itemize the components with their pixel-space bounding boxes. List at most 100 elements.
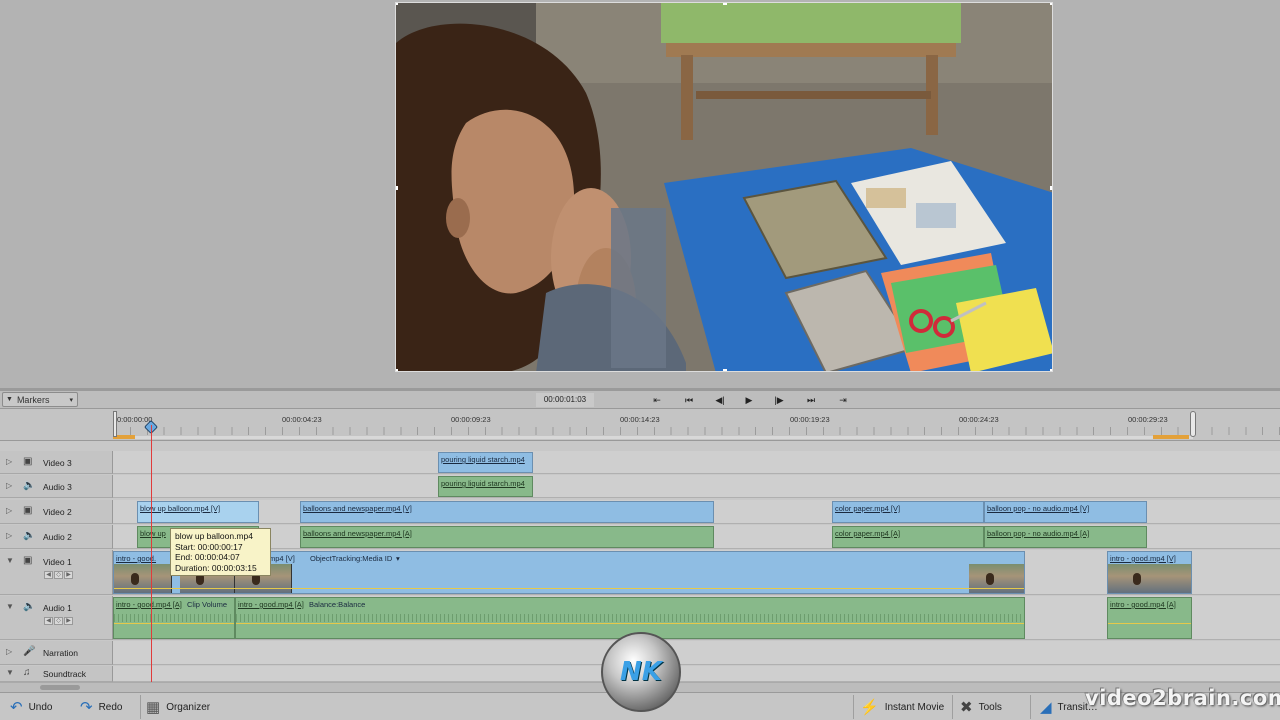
next-edit-icon[interactable]: ⏭: [804, 393, 818, 407]
ruler-header: [0, 409, 113, 441]
clip-pouring-liquid-starch-video[interactable]: pouring liquid starch.mp4: [438, 452, 533, 473]
work-area-right-handle[interactable]: [1190, 411, 1196, 437]
undo-label: Undo: [28, 701, 53, 713]
track-name: Audio 3: [43, 482, 72, 492]
clip-label: pouring liquid starch.mp4: [441, 479, 525, 488]
speaker-icon: 🔈: [23, 530, 36, 541]
clip-thumbnail: [114, 564, 172, 593]
volume-line[interactable]: [114, 623, 234, 624]
step-back-icon[interactable]: ◀​|: [713, 393, 727, 407]
lane-soundtrack[interactable]: [113, 666, 1280, 682]
clip-pouring-liquid-starch-audio[interactable]: pouring liquid starch.mp4: [438, 476, 533, 497]
undo-icon: ↶: [10, 699, 23, 716]
go-to-start-icon[interactable]: ⇤: [650, 393, 664, 407]
time-ruler[interactable]: 0:00:00:00 00:00:04:23 00:00:09:23 00:00…: [113, 409, 1280, 441]
clip-label: intro - good.mp4 [A]: [116, 600, 182, 609]
clip-intro-good-end-video[interactable]: intro - good.mp4 [V]: [1107, 551, 1192, 594]
lane-narration[interactable]: [113, 641, 1280, 665]
expand-arrow-icon[interactable]: ▷: [6, 647, 12, 656]
video-preview[interactable]: [395, 2, 1053, 372]
tooltip-duration: Duration: 00:00:03:15: [175, 562, 257, 573]
collapse-arrow-icon[interactable]: ▼: [6, 668, 14, 677]
lane-audio2[interactable]: blow up balloons and newspaper.mp4 [A] c…: [113, 525, 1280, 549]
clip-intro-good-end-audio[interactable]: intro - good.mp4 [A]: [1107, 597, 1192, 639]
opacity-line[interactable]: [114, 588, 1024, 589]
track-header-soundtrack[interactable]: ▼ ♫ Soundtrack: [0, 666, 113, 682]
ruler-label: 00:00:19:23: [790, 415, 830, 424]
track-header-audio1[interactable]: ▼ 🔈 Audio 1 ◀ ◇ ▶: [0, 596, 113, 640]
track-name: Soundtrack: [43, 669, 86, 679]
track-header-audio2[interactable]: ▷ 🔈 Audio 2: [0, 525, 113, 549]
undo-button[interactable]: ↶ Undo: [10, 698, 52, 716]
expand-arrow-icon[interactable]: ▷: [6, 506, 12, 515]
lane-video1[interactable]: intro - good. mp4 [V] ObjectTracking:Med…: [113, 550, 1280, 595]
clip-label: mp4 [V]: [269, 554, 295, 563]
watermark-logo: NK: [601, 632, 681, 712]
playhead-line[interactable]: [151, 425, 152, 685]
clip-label: balloons and newspaper.mp4 [A]: [303, 529, 412, 538]
tooltip-start: Start: 00:00:00:17: [175, 541, 243, 552]
clip-color-paper-video[interactable]: color paper.mp4 [V]: [832, 501, 984, 523]
collapse-arrow-icon[interactable]: ▼: [6, 556, 14, 565]
current-timecode[interactable]: 00:00:01:03: [536, 393, 594, 407]
clip-balloon-pop-video[interactable]: balloon pop - no audio.mp4 [V]: [984, 501, 1147, 523]
instant-movie-button[interactable]: ⚡ Instant Movie: [860, 698, 944, 716]
track-header-narration[interactable]: ▷ 🎤 Narration: [0, 641, 113, 665]
keyframe-controls[interactable]: ◀ ◇ ▶: [44, 571, 73, 579]
step-forward-icon[interactable]: |▶: [772, 393, 786, 407]
markers-dropdown[interactable]: ▼ Markers ▾: [2, 392, 78, 407]
monitor-panel: [0, 0, 1280, 388]
lane-audio3[interactable]: pouring liquid starch.mp4: [113, 475, 1280, 498]
watermark-brand: video2brain.com: [1085, 686, 1280, 710]
lane-audio1[interactable]: intro - good.mp4 [A] Clip Volume intro -…: [113, 596, 1280, 640]
ruler-label: 00:00:04:23: [282, 415, 322, 424]
clip-thumbnail: [969, 564, 1024, 593]
track-name: Video 3: [43, 458, 72, 468]
tools-button[interactable]: ✖ Tools: [960, 698, 1002, 716]
play-icon[interactable]: ▶: [742, 393, 756, 407]
track-header-video2[interactable]: ▷ ▣ Video 2: [0, 500, 113, 524]
work-area-bar[interactable]: [116, 436, 1193, 439]
clip-balloons-newspaper-audio[interactable]: balloons and newspaper.mp4 [A]: [300, 526, 714, 548]
track-header-video3[interactable]: ▷ ▣ Video 3: [0, 451, 113, 474]
clip-intro-good-audio-a[interactable]: intro - good.mp4 [A] Clip Volume: [113, 597, 235, 639]
ruler-label: 00:00:29:23: [1128, 415, 1168, 424]
clip-balloons-newspaper-video[interactable]: balloons and newspaper.mp4 [V]: [300, 501, 714, 523]
chevron-down-icon[interactable]: ▾: [396, 554, 400, 563]
clip-label: balloons and newspaper.mp4 [V]: [303, 504, 412, 513]
organizer-grid-icon: ▦: [146, 699, 161, 716]
track-header-video1[interactable]: ▼ ▣ Video 1 ◀ ◇ ▶: [0, 550, 113, 595]
volume-line[interactable]: [1108, 623, 1191, 624]
divider: [140, 695, 141, 719]
clip-thumbnail: [1108, 564, 1191, 593]
clip-color-paper-audio[interactable]: color paper.mp4 [A]: [832, 526, 984, 548]
clip-blow-up-balloon-video[interactable]: blow up balloon.mp4 [V]: [137, 501, 259, 523]
expand-arrow-icon[interactable]: ▷: [6, 457, 12, 466]
markers-label: Markers: [16, 394, 50, 405]
speaker-icon: 🔈: [23, 601, 36, 612]
lane-video2[interactable]: blow up balloon.mp4 [V] balloons and new…: [113, 500, 1280, 524]
track-name: Audio 2: [43, 532, 72, 542]
expand-arrow-icon[interactable]: ▷: [6, 481, 12, 490]
collapse-arrow-icon[interactable]: ▼: [6, 602, 14, 611]
track-name: Audio 1: [43, 603, 72, 613]
redo-button[interactable]: ↷ Redo: [80, 698, 122, 716]
previous-edit-icon[interactable]: ⏮: [682, 393, 696, 407]
film-icon: ▣: [23, 505, 33, 516]
clip-balloon-pop-audio[interactable]: balloon pop - no audio.mp4 [A]: [984, 526, 1147, 548]
expand-arrow-icon[interactable]: ▷: [6, 531, 12, 540]
ruler-label: 00:00:24:23: [959, 415, 999, 424]
scrollbar-thumb[interactable]: [40, 685, 80, 690]
work-area-left-handle[interactable]: [113, 411, 117, 437]
divider: [952, 695, 953, 719]
lane-video3[interactable]: pouring liquid starch.mp4: [113, 451, 1280, 474]
organizer-button[interactable]: ▦ Organizer: [146, 698, 210, 716]
tooltip-clip-name: blow up balloon.mp4: [175, 531, 253, 541]
track-header-audio3[interactable]: ▷ 🔈 Audio 3: [0, 475, 113, 498]
markers-triangle-icon: ▼: [6, 396, 13, 403]
keyframe-controls[interactable]: ◀ ◇ ▶: [44, 617, 73, 625]
effect-label: Balance:Balance: [309, 600, 366, 609]
go-to-end-icon[interactable]: ⇥: [836, 393, 850, 407]
divider: [853, 695, 854, 719]
volume-line[interactable]: [236, 623, 1024, 624]
